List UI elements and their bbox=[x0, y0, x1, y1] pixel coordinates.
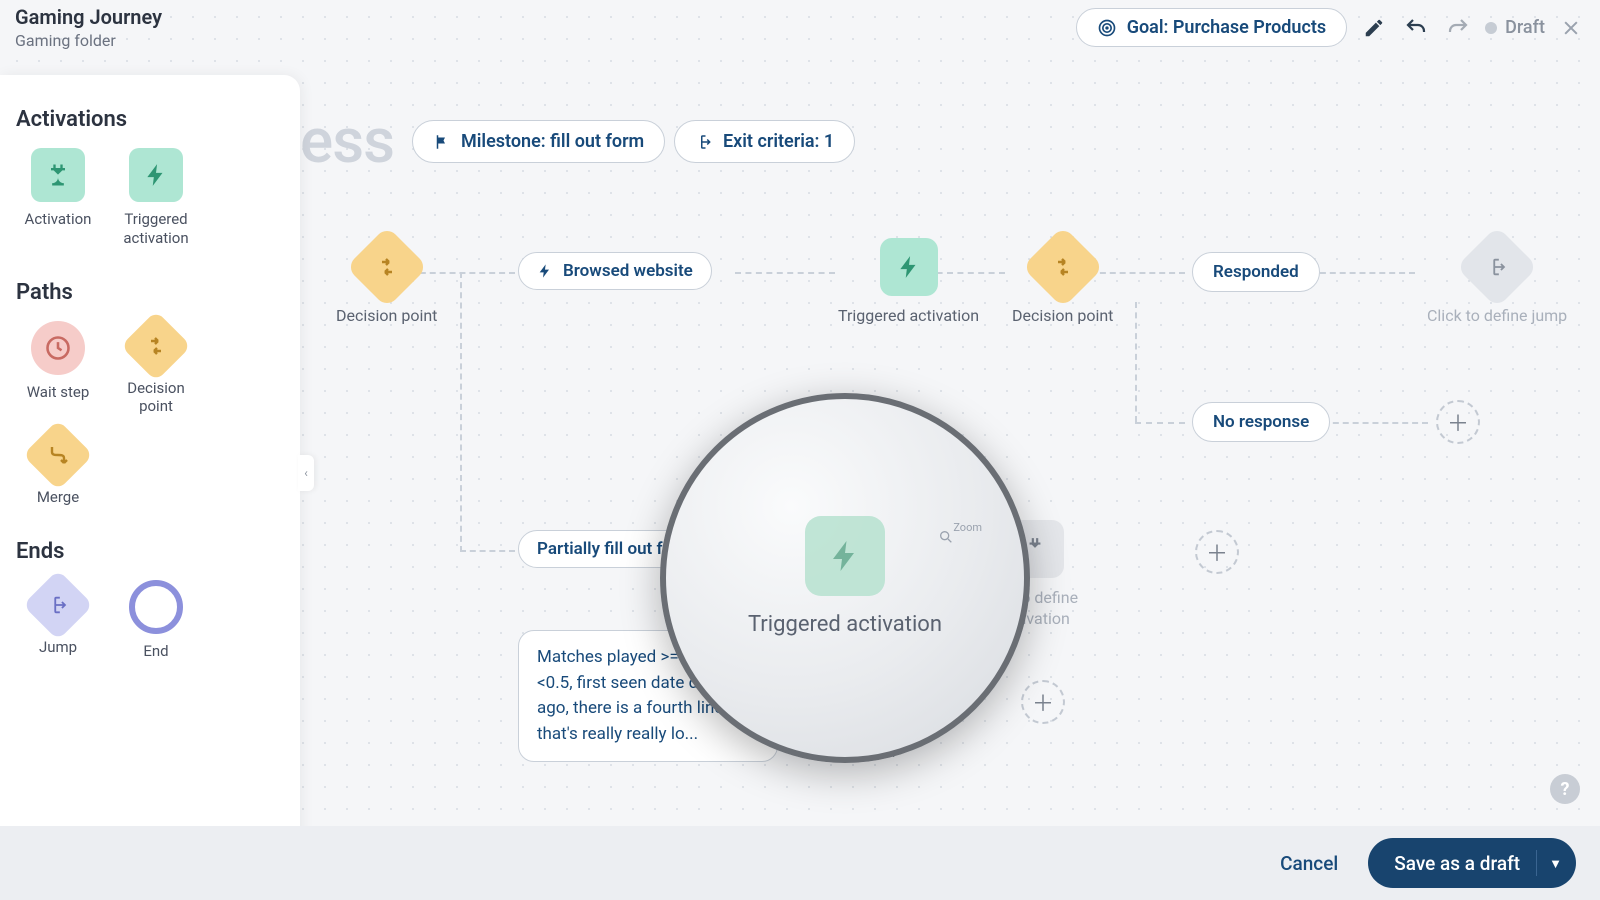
undo-button[interactable] bbox=[1401, 13, 1431, 43]
section-ends-heading: Ends bbox=[16, 539, 284, 564]
decision-icon bbox=[1051, 255, 1075, 279]
node-decision-2[interactable]: Decision point bbox=[1012, 238, 1113, 327]
close-button[interactable] bbox=[1557, 14, 1585, 42]
palette-item-label: Jump bbox=[39, 638, 77, 657]
page-subtitle: Gaming folder bbox=[15, 31, 162, 50]
palette-item-end[interactable]: End bbox=[114, 580, 198, 661]
add-node-button-3[interactable]: ＋ bbox=[1021, 680, 1065, 724]
exit-criteria-pill[interactable]: Exit criteria: 1 bbox=[674, 120, 855, 163]
page-title: Gaming Journey bbox=[15, 5, 162, 29]
node-jump-placeholder[interactable]: Click to define jump bbox=[1427, 238, 1567, 327]
node-decision-1[interactable]: Decision point bbox=[336, 238, 437, 327]
section-paths-heading: Paths bbox=[16, 280, 284, 305]
redo-button[interactable] bbox=[1443, 13, 1473, 43]
save-draft-label: Save as a draft bbox=[1394, 852, 1520, 875]
node-label: Triggered activation bbox=[838, 306, 979, 327]
palette-item-wait-step[interactable]: Wait step bbox=[16, 321, 100, 417]
add-node-button-2[interactable]: ＋ bbox=[1195, 530, 1239, 574]
node-label: Click to define jump bbox=[1427, 306, 1567, 327]
bolt-icon bbox=[129, 148, 183, 202]
palette-item-decision-point[interactable]: Decision point bbox=[114, 321, 198, 417]
edit-button[interactable] bbox=[1359, 13, 1389, 43]
palette-item-label: Wait step bbox=[27, 383, 90, 402]
palette-item-activation[interactable]: Activation bbox=[16, 148, 100, 248]
palette-item-merge[interactable]: Merge bbox=[16, 430, 100, 507]
palette-item-jump[interactable]: Jump bbox=[16, 580, 100, 661]
merge-icon bbox=[46, 443, 70, 467]
lens-zoom-label: Zoom bbox=[953, 521, 982, 534]
node-triggered-activation[interactable]: Triggered activation bbox=[838, 238, 979, 327]
page-header: Gaming Journey Gaming folder Goal: Purch… bbox=[0, 0, 1600, 55]
status-dot-icon bbox=[1485, 22, 1497, 34]
section-activations-heading: Activations bbox=[16, 107, 284, 132]
flag-icon bbox=[433, 133, 451, 151]
palette-item-label: End bbox=[143, 642, 168, 661]
button-separator bbox=[1536, 850, 1537, 876]
save-draft-button[interactable]: Save as a draft ▼ bbox=[1368, 838, 1576, 888]
search-icon bbox=[938, 529, 954, 545]
cancel-button[interactable]: Cancel bbox=[1266, 842, 1352, 885]
bolt-icon bbox=[896, 254, 922, 280]
node-browsed-label: Browsed website bbox=[563, 261, 693, 281]
exit-icon bbox=[695, 133, 713, 151]
sidebar-collapse-handle[interactable]: ‹ bbox=[298, 455, 314, 491]
palette-item-label: Merge bbox=[37, 488, 79, 507]
node-label: Decision point bbox=[336, 306, 437, 327]
node-responded[interactable]: Responded bbox=[1192, 252, 1320, 292]
palette-item-triggered-activation[interactable]: Triggered activation bbox=[114, 148, 198, 248]
lens-node-label: Triggered activation bbox=[748, 610, 942, 640]
node-no-response[interactable]: No response bbox=[1192, 402, 1330, 442]
plug-icon bbox=[31, 148, 85, 202]
palette-item-label: Triggered activation bbox=[114, 210, 198, 248]
exit-icon bbox=[1486, 256, 1508, 278]
footer-bar: Cancel Save as a draft ▼ bbox=[0, 826, 1600, 900]
goal-pill[interactable]: Goal: Purchase Products bbox=[1076, 8, 1347, 47]
help-button[interactable]: ? bbox=[1550, 774, 1580, 804]
palette-item-label: Decision point bbox=[114, 379, 198, 417]
lens-node-tile bbox=[805, 516, 885, 596]
decision-icon bbox=[375, 255, 399, 279]
goal-label: Goal: Purchase Products bbox=[1127, 17, 1326, 38]
end-icon bbox=[129, 580, 183, 634]
add-node-button-1[interactable]: ＋ bbox=[1436, 400, 1480, 444]
bolt-icon bbox=[537, 263, 553, 279]
milestone-pill[interactable]: Milestone: fill out form bbox=[412, 120, 665, 163]
stage-name-bg: ess bbox=[300, 105, 394, 178]
node-label: Decision point bbox=[1012, 306, 1113, 327]
milestone-pill-label: Milestone: fill out form bbox=[461, 131, 644, 152]
magnifier-lens: Zoom Triggered activation bbox=[660, 393, 1030, 763]
target-icon bbox=[1097, 18, 1117, 38]
status-label: Draft bbox=[1505, 17, 1545, 38]
exit-icon bbox=[47, 594, 69, 616]
status-chip: Draft bbox=[1485, 17, 1545, 38]
chevron-down-icon[interactable]: ▼ bbox=[1549, 856, 1562, 872]
exit-pill-label: Exit criteria: 1 bbox=[723, 131, 834, 152]
decision-icon bbox=[144, 334, 168, 358]
node-browsed-website[interactable]: Browsed website bbox=[518, 252, 712, 290]
palette-item-label: Activation bbox=[25, 210, 92, 229]
clock-icon bbox=[31, 321, 85, 375]
palette-sidebar: Activations Activation Triggered activat… bbox=[0, 75, 300, 900]
